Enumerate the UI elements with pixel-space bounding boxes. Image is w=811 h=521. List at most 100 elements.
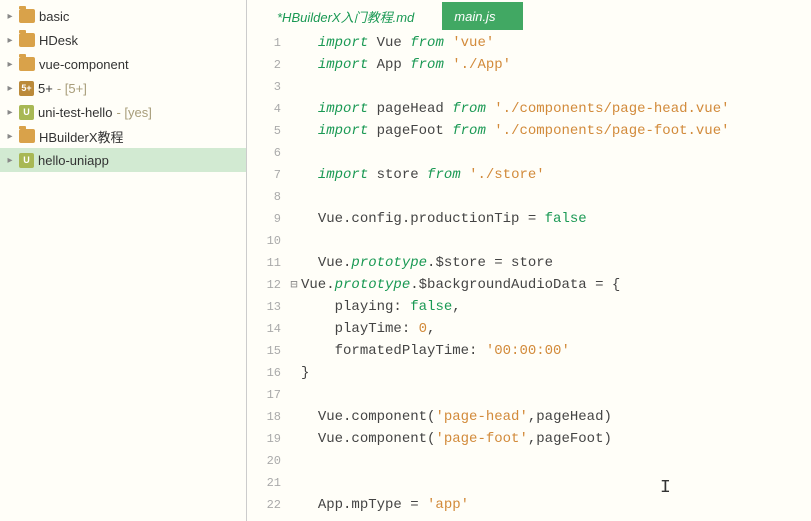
code-line[interactable]: import pageHead from './components/page-…: [301, 98, 811, 120]
line-number: 22: [247, 494, 281, 516]
line-number: 13: [247, 296, 281, 318]
tree-item-label: uni-test-hello: [38, 105, 112, 120]
code-line[interactable]: Vue.prototype.$backgroundAudioData = {: [301, 274, 811, 296]
tab-main.js[interactable]: main.js: [442, 2, 523, 30]
fold-spacer: [287, 98, 301, 120]
fold-spacer: [287, 208, 301, 230]
line-number: 20: [247, 450, 281, 472]
fold-spacer: [287, 494, 301, 516]
tree-item-suffix: - [5+]: [57, 81, 87, 96]
code-line[interactable]: Vue.config.productionTip = false: [301, 208, 811, 230]
fold-column[interactable]: ⊟: [287, 32, 301, 521]
line-number: 5: [247, 120, 281, 142]
code-line[interactable]: [301, 142, 811, 164]
fold-toggle-icon[interactable]: ⊟: [287, 274, 301, 296]
line-number: 2: [247, 54, 281, 76]
fold-spacer: [287, 296, 301, 318]
fold-spacer: [287, 186, 301, 208]
tab-*HBuilderX入门教程.md[interactable]: *HBuilderX入门教程.md: [265, 2, 442, 30]
code-line[interactable]: Vue.component('page-head',pageHead): [301, 406, 811, 428]
chevron-right-icon[interactable]: ▸: [5, 107, 15, 117]
code-line[interactable]: playing: false,: [301, 296, 811, 318]
code-line[interactable]: App.mpType = 'app': [301, 494, 811, 516]
tree-item-uni-test-hello[interactable]: ▸Uuni-test-hello - [yes]: [0, 100, 246, 124]
code-line[interactable]: playTime: 0,: [301, 318, 811, 340]
tree-item-label: basic: [39, 9, 69, 24]
line-number: 8: [247, 186, 281, 208]
line-number: 10: [247, 230, 281, 252]
editor-pane: *HBuilderX入门教程.mdmain.js 123456789101112…: [247, 0, 811, 521]
fold-spacer: [287, 472, 301, 494]
line-number: 17: [247, 384, 281, 406]
chevron-right-icon[interactable]: ▸: [5, 83, 15, 93]
fold-spacer: [287, 384, 301, 406]
code-line[interactable]: [301, 230, 811, 252]
code-line[interactable]: }: [301, 362, 811, 384]
line-number: 15: [247, 340, 281, 362]
line-number: 6: [247, 142, 281, 164]
uni-app-icon: U: [19, 153, 34, 168]
fold-spacer: [287, 32, 301, 54]
line-number: 4: [247, 98, 281, 120]
line-number: 16: [247, 362, 281, 384]
tree-item-HDesk[interactable]: ▸ HDesk: [0, 28, 246, 52]
fold-spacer: [287, 142, 301, 164]
line-number: 3: [247, 76, 281, 98]
fold-spacer: [287, 340, 301, 362]
code-line[interactable]: [301, 450, 811, 472]
code-line[interactable]: [301, 186, 811, 208]
tree-item-label: vue-component: [39, 57, 129, 72]
tree-item-vue-component[interactable]: ▸ vue-component: [0, 52, 246, 76]
line-number: 9: [247, 208, 281, 230]
chevron-right-icon[interactable]: ▸: [5, 35, 15, 45]
fold-spacer: [287, 362, 301, 384]
tree-item-5+[interactable]: ▸ 5+ 5+ - [5+]: [0, 76, 246, 100]
chevron-right-icon[interactable]: ▸: [5, 155, 15, 165]
line-number: 1: [247, 32, 281, 54]
fold-spacer: [287, 428, 301, 450]
tree-item-label: hello-uniapp: [38, 153, 109, 168]
fold-spacer: [287, 164, 301, 186]
chevron-right-icon[interactable]: ▸: [5, 59, 15, 69]
folder-icon: [19, 33, 35, 47]
fold-spacer: [287, 318, 301, 340]
tree-item-label: HDesk: [39, 33, 78, 48]
code-line[interactable]: [301, 384, 811, 406]
code-line[interactable]: Vue.prototype.$store = store: [301, 252, 811, 274]
code-line[interactable]: formatedPlayTime: '00:00:00': [301, 340, 811, 362]
tree-item-hello-uniapp[interactable]: ▸ Uhello-uniapp: [0, 148, 246, 172]
code-line[interactable]: import pageFoot from './components/page-…: [301, 120, 811, 142]
line-number: 18: [247, 406, 281, 428]
line-number: 14: [247, 318, 281, 340]
tab-bar: *HBuilderX入门教程.mdmain.js: [247, 0, 811, 30]
code-line[interactable]: [301, 76, 811, 98]
chevron-right-icon[interactable]: ▸: [5, 11, 15, 21]
fold-spacer: [287, 76, 301, 98]
line-number: 23: [247, 516, 281, 521]
folder-icon: [19, 57, 35, 71]
line-number-gutter: 1234567891011121314151617181920212223: [247, 32, 287, 521]
code-area[interactable]: 1234567891011121314151617181920212223 ⊟ …: [247, 30, 811, 521]
fold-spacer: [287, 450, 301, 472]
code-line[interactable]: import store from './store': [301, 164, 811, 186]
tree-item-HBuilderX教程[interactable]: ▸ HBuilderX教程: [0, 124, 246, 148]
code-line[interactable]: [301, 472, 811, 494]
chevron-right-icon[interactable]: ▸: [5, 131, 15, 141]
tree-item-label: 5+: [38, 81, 53, 96]
five-plus-icon: 5+: [19, 81, 34, 96]
fold-spacer: [287, 252, 301, 274]
line-number: 12: [247, 274, 281, 296]
tree-item-basic[interactable]: ▸ basic: [0, 4, 246, 28]
code-content[interactable]: import Vue from 'vue' import App from '.…: [301, 32, 811, 521]
line-number: 7: [247, 164, 281, 186]
code-line[interactable]: import Vue from 'vue': [301, 32, 811, 54]
code-line[interactable]: Vue.component('page-foot',pageFoot): [301, 428, 811, 450]
line-number: 11: [247, 252, 281, 274]
tree-item-label: HBuilderX教程: [39, 127, 124, 146]
file-explorer-sidebar[interactable]: ▸basic▸HDesk▸vue-component▸5+5+ - [5+]▸U…: [0, 0, 247, 521]
folder-icon: [19, 9, 35, 23]
fold-spacer: [287, 230, 301, 252]
fold-spacer: [287, 406, 301, 428]
code-line[interactable]: [301, 516, 811, 521]
code-line[interactable]: import App from './App': [301, 54, 811, 76]
